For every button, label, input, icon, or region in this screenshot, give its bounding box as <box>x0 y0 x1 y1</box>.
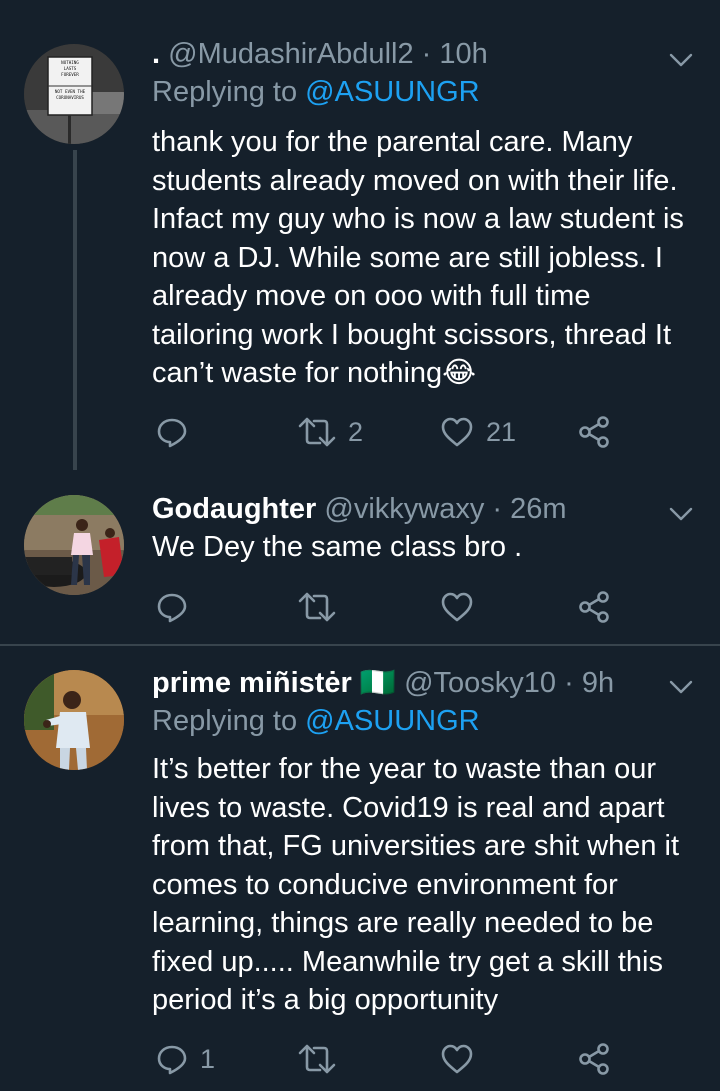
avatar[interactable] <box>24 670 124 770</box>
share-button[interactable] <box>578 1039 610 1079</box>
tweet-text: thank you for the parental care. Many st… <box>152 126 684 389</box>
thread-line <box>73 150 77 470</box>
like-icon <box>441 592 473 622</box>
replying-label: Replying to <box>152 705 298 737</box>
tweet-actions: 2 21 <box>152 412 622 452</box>
handle[interactable]: @MudashirAbdull2 <box>168 38 413 70</box>
tweet-1[interactable]: NOTHING LASTS FOREVER NOT EVEN THE CORON… <box>0 0 720 470</box>
tweet-3[interactable]: prime miñistėr 🇳🇬 @Toosky10 · 9h Replyin… <box>0 646 720 1091</box>
display-name[interactable]: prime miñistėr 🇳🇬 <box>152 667 396 699</box>
chevron-down-icon[interactable] <box>668 47 694 73</box>
replying-to: Replying to @ASUUNGR <box>152 702 690 740</box>
avatar-sign-line: NOT EVEN THE <box>55 89 86 94</box>
like-count: 21 <box>486 416 517 447</box>
reply-count: 1 <box>200 1043 216 1074</box>
reply-icon <box>157 418 187 448</box>
retweet-icon <box>298 1044 336 1074</box>
handle[interactable]: @vikkywaxy <box>324 493 484 525</box>
timestamp[interactable]: 9h <box>582 667 614 699</box>
tweet-text: It’s better for the year to waste than o… <box>152 753 680 1016</box>
like-button[interactable] <box>440 587 486 627</box>
like-button[interactable]: 21 <box>440 412 516 452</box>
separator: · <box>421 38 432 70</box>
retweet-count: 2 <box>348 416 364 447</box>
like-icon <box>441 1044 473 1074</box>
handle[interactable]: @Toosky10 <box>404 667 556 699</box>
reply-icon <box>157 1045 187 1075</box>
tweet-header: . @MudashirAbdull2 · 10h <box>152 35 690 73</box>
tweet-actions <box>152 587 622 627</box>
share-button[interactable] <box>578 412 610 452</box>
separator: · <box>564 667 574 699</box>
reply-button[interactable]: 1 <box>156 1039 215 1079</box>
avatar-sign-line: NOTHING <box>61 60 79 65</box>
tweet-header: prime miñistėr 🇳🇬 @Toosky10 · 9h <box>152 664 690 702</box>
retweet-button[interactable] <box>298 1039 348 1079</box>
display-name[interactable]: . <box>152 38 160 70</box>
tweet-text: We Dey the same class bro . <box>152 531 523 563</box>
retweet-icon <box>298 592 336 622</box>
like-button[interactable] <box>440 1039 486 1079</box>
tweet-header: Godaughter @vikkywaxy · 26m <box>152 490 690 528</box>
avatar-sign-line: LASTS <box>64 66 77 71</box>
retweet-button[interactable] <box>298 587 348 627</box>
timestamp[interactable]: 26m <box>510 493 566 525</box>
chevron-down-icon[interactable] <box>668 501 694 527</box>
reply-button[interactable] <box>156 587 200 627</box>
tweet-actions: 1 <box>152 1039 622 1079</box>
replying-label: Replying to <box>152 76 298 108</box>
share-icon <box>579 591 609 623</box>
avatar-sign-line: FOREVER <box>61 72 79 77</box>
avatar[interactable]: NOTHING LASTS FOREVER NOT EVEN THE CORON… <box>24 44 124 144</box>
avatar-image: NOTHING LASTS FOREVER NOT EVEN THE CORON… <box>24 44 124 144</box>
retweet-button[interactable]: 2 <box>298 412 363 452</box>
chevron-down-icon[interactable] <box>668 674 694 700</box>
like-icon <box>441 417 473 447</box>
reply-button[interactable] <box>156 412 200 452</box>
mention-link[interactable]: @ASUUNGR <box>305 705 479 737</box>
avatar-image <box>24 670 124 770</box>
avatar-image <box>24 495 124 595</box>
avatar[interactable] <box>24 495 124 595</box>
tweet-2[interactable]: Godaughter @vikkywaxy · 26m We Dey the s… <box>0 470 720 645</box>
share-icon <box>579 1043 609 1075</box>
reply-icon <box>157 593 187 623</box>
replying-to: Replying to @ASUUNGR <box>152 73 690 111</box>
avatar-sign-line: CORONAVIRUS <box>56 95 84 100</box>
mention-link[interactable]: @ASUUNGR <box>305 76 479 108</box>
display-name[interactable]: Godaughter <box>152 493 316 525</box>
share-button[interactable] <box>578 587 610 627</box>
separator: · <box>492 493 503 525</box>
retweet-icon <box>298 417 336 447</box>
share-icon <box>579 416 609 448</box>
timestamp[interactable]: 10h <box>439 38 487 70</box>
